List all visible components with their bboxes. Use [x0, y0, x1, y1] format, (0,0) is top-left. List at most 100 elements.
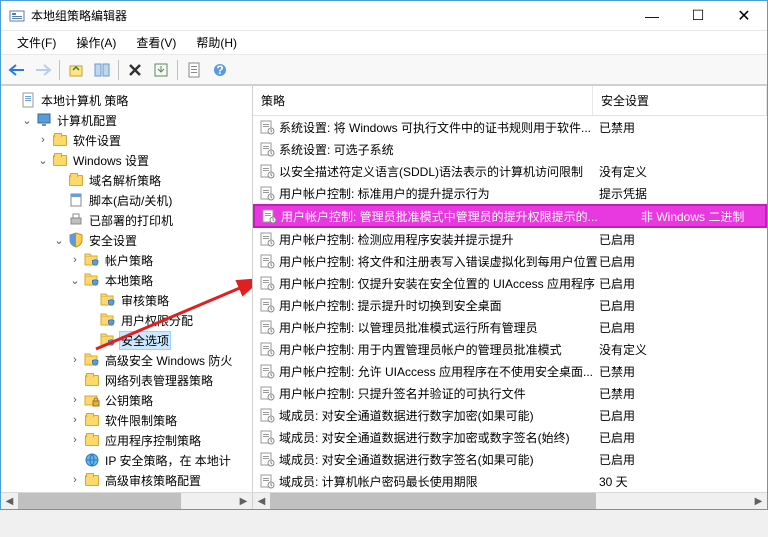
list-panel[interactable]: 策略 安全设置 系统设置: 将 Windows 可执行文件中的证书规则用于软件.… — [253, 86, 767, 492]
tree-network-list[interactable]: 网络列表管理器策略 — [1, 370, 252, 390]
column-setting[interactable]: 安全设置 — [593, 86, 767, 115]
policy-setting: 已启用 — [599, 275, 767, 292]
policy-row[interactable]: 域成员: 对安全通道数据进行数字加密(如果可能)已启用 — [253, 404, 767, 426]
policy-name: 用户帐户控制: 允许 UIAccess 应用程序在不使用安全桌面... — [279, 363, 599, 380]
tree-toggle-icon[interactable]: › — [69, 354, 81, 366]
policy-row[interactable]: 域成员: 对安全通道数据进行数字加密或数字签名(始终)已启用 — [253, 426, 767, 448]
tree-scripts[interactable]: 脚本(启动/关机) — [1, 190, 252, 210]
policy-row[interactable]: 系统设置: 可选子系统 — [253, 138, 767, 160]
tree-software-settings[interactable]: ›软件设置 — [1, 130, 252, 150]
close-button[interactable]: ✕ — [721, 1, 767, 31]
tree-label: 安全设置 — [87, 231, 139, 250]
horizontal-scrollbar[interactable]: ◀ ▶ ◀ ▶ — [1, 492, 767, 509]
policy-icon — [259, 385, 275, 401]
tree-toggle-icon[interactable]: › — [69, 434, 81, 446]
policy-name: 用户帐户控制: 只提升签名并验证的可执行文件 — [279, 385, 599, 402]
export-button[interactable] — [149, 58, 173, 82]
scroll-left-button[interactable]: ◀ — [1, 493, 18, 509]
policy-setting: 已启用 — [599, 231, 767, 248]
policy-row[interactable]: 用户帐户控制: 提示提升时切换到安全桌面已启用 — [253, 294, 767, 316]
tree-node-icon — [68, 212, 84, 228]
tree-toggle-icon[interactable]: ⌄ — [21, 114, 33, 127]
policy-row[interactable]: 用户帐户控制: 检测应用程序安装并提示提升已启用 — [253, 228, 767, 250]
policy-row[interactable]: 域成员: 计算机帐户密码最长使用期限30 天 — [253, 470, 767, 492]
tree-toggle-icon[interactable]: › — [69, 414, 81, 426]
tree-ip-security[interactable]: IP 安全策略，在 本地计 — [1, 450, 252, 470]
tree-label: 帐户策略 — [103, 251, 155, 270]
tree-audit-policy[interactable]: 审核策略 — [1, 290, 252, 310]
policy-row[interactable]: 用户帐户控制: 标准用户的提升提示行为提示凭据 — [253, 182, 767, 204]
tree-public-key[interactable]: › 公钥策略 — [1, 390, 252, 410]
tree-label: 公钥策略 — [103, 391, 155, 410]
policy-setting: 非 Windows 二进制 — [641, 208, 765, 225]
policy-name: 用户帐户控制: 提示提升时切换到安全桌面 — [279, 297, 599, 314]
policy-row[interactable]: 用户帐户控制: 用于内置管理员帐户的管理员批准模式没有定义 — [253, 338, 767, 360]
back-button[interactable] — [5, 58, 29, 82]
tree-printers[interactable]: 已部署的打印机 — [1, 210, 252, 230]
tree-domain-name[interactable]: 域名解析策略 — [1, 170, 252, 190]
policy-row[interactable]: 用户帐户控制: 以管理员批准模式运行所有管理员已启用 — [253, 316, 767, 338]
column-policy[interactable]: 策略 — [253, 86, 593, 115]
tree-security[interactable]: ⌄ 安全设置 — [1, 230, 252, 250]
policy-icon — [259, 185, 275, 201]
help-button[interactable]: ? — [208, 58, 232, 82]
tree-account-policies[interactable]: › 帐户策略 — [1, 250, 252, 270]
maximize-button[interactable]: ☐ — [675, 1, 721, 31]
delete-button[interactable] — [123, 58, 147, 82]
tree-app-control[interactable]: ›应用程序控制策略 — [1, 430, 252, 450]
scroll-right-button[interactable]: ▶ — [750, 493, 767, 509]
policy-row[interactable]: 用户帐户控制: 将文件和注册表写入错误虚拟化到每用户位置已启用 — [253, 250, 767, 272]
forward-button[interactable] — [31, 58, 55, 82]
tree-security-options[interactable]: 安全选项 — [1, 330, 252, 350]
tree-node-icon — [100, 292, 116, 308]
minimize-button[interactable]: — — [629, 1, 675, 31]
policy-row[interactable]: 用户帐户控制: 管理员批准模式中管理员的提升权限提示的...非 Windows … — [253, 204, 767, 228]
tree-panel[interactable]: 本地计算机 策略⌄计算机配置›软件设置⌄Windows 设置域名解析策略脚本(启… — [1, 86, 253, 492]
tree-toggle-icon[interactable]: ⌄ — [37, 154, 49, 167]
tree-computer-config[interactable]: ⌄计算机配置 — [1, 110, 252, 130]
properties-button[interactable] — [182, 58, 206, 82]
policy-row[interactable]: 用户帐户控制: 只提升签名并验证的可执行文件已禁用 — [253, 382, 767, 404]
menu-file[interactable]: 文件(F) — [9, 31, 64, 54]
menu-action[interactable]: 操作(A) — [68, 31, 124, 54]
menu-help[interactable]: 帮助(H) — [188, 31, 245, 54]
tree-node-icon — [100, 312, 116, 328]
tree-label: 用户权限分配 — [119, 311, 195, 330]
tree-windows-settings[interactable]: ⌄Windows 设置 — [1, 150, 252, 170]
policy-name: 以安全描述符定义语言(SDDL)语法表示的计算机访问限制 — [279, 163, 599, 180]
scroll-right-button[interactable]: ▶ — [235, 493, 252, 509]
policy-row[interactable]: 系统设置: 将 Windows 可执行文件中的证书规则用于软件...已禁用 — [253, 116, 767, 138]
policy-row[interactable]: 用户帐户控制: 仅提升安装在安全位置的 UIAccess 应用程序已启用 — [253, 272, 767, 294]
tree-toggle-icon[interactable]: › — [69, 474, 81, 486]
tree-toggle-icon[interactable]: › — [37, 134, 49, 146]
up-button[interactable] — [64, 58, 88, 82]
menubar: 文件(F) 操作(A) 查看(V) 帮助(H) — [1, 31, 767, 55]
tree-toggle-icon[interactable]: ⌄ — [69, 274, 81, 287]
tree-user-rights[interactable]: 用户权限分配 — [1, 310, 252, 330]
policy-name: 用户帐户控制: 标准用户的提升提示行为 — [279, 185, 599, 202]
tree-toggle-icon[interactable]: › — [69, 254, 81, 266]
window-controls: — ☐ ✕ — [629, 1, 767, 31]
policy-setting: 30 天 — [599, 473, 767, 490]
toolbar-separator — [59, 60, 60, 80]
scroll-left-button[interactable]: ◀ — [253, 493, 270, 509]
policy-setting: 已启用 — [599, 451, 767, 468]
tree-label: 审核策略 — [119, 291, 171, 310]
tree-adv-audit[interactable]: ›高级审核策略配置 — [1, 470, 252, 490]
tree-toggle-icon[interactable]: › — [69, 394, 81, 406]
tree-node-icon — [100, 332, 116, 348]
policy-icon — [261, 208, 277, 224]
policy-icon — [259, 429, 275, 445]
tree-toggle-icon[interactable]: ⌄ — [53, 234, 65, 247]
tree-root[interactable]: 本地计算机 策略 — [1, 90, 252, 110]
policy-row[interactable]: 域成员: 对安全通道数据进行数字签名(如果可能)已启用 — [253, 448, 767, 470]
policy-icon — [259, 407, 275, 423]
show-hide-button[interactable] — [90, 58, 114, 82]
menu-view[interactable]: 查看(V) — [128, 31, 184, 54]
tree-windows-firewall[interactable]: ›高级安全 Windows 防火 — [1, 350, 252, 370]
policy-row[interactable]: 用户帐户控制: 允许 UIAccess 应用程序在不使用安全桌面...已禁用 — [253, 360, 767, 382]
tree-software-restrict[interactable]: ›软件限制策略 — [1, 410, 252, 430]
tree-local-policies[interactable]: ⌄本地策略 — [1, 270, 252, 290]
tree-node-icon — [36, 112, 52, 128]
policy-row[interactable]: 以安全描述符定义语言(SDDL)语法表示的计算机访问限制没有定义 — [253, 160, 767, 182]
